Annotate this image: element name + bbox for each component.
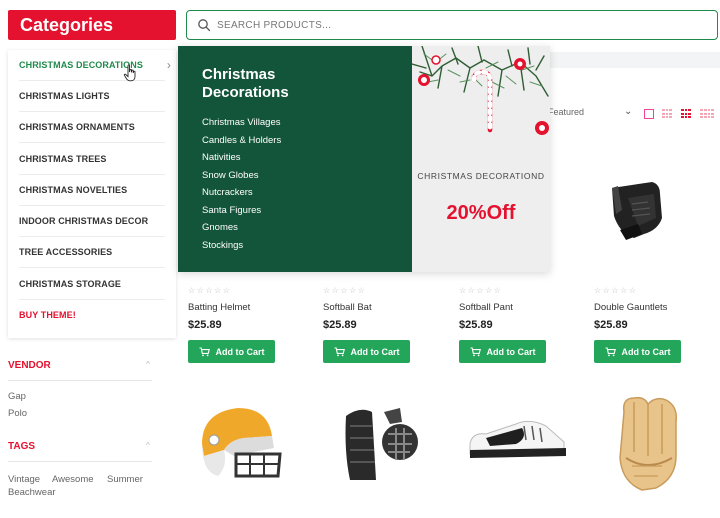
add-to-cart-button[interactable]: Add to Cart: [459, 340, 546, 363]
cleats-image: [469, 420, 566, 458]
batting-helmet-image: [202, 408, 282, 478]
add-to-cart-label: Add to Cart: [215, 346, 265, 357]
category-label: CHRISTMAS NOVELTIES: [19, 185, 128, 195]
add-to-cart-label: Add to Cart: [350, 346, 400, 357]
product-name[interactable]: Double Gauntlets: [594, 302, 714, 313]
cart-icon: [199, 346, 210, 356]
chevron-right-icon: ›: [166, 58, 171, 72]
category-label: CHRISTMAS STORAGE: [19, 279, 122, 289]
mega-link-gnomes[interactable]: Gnomes: [202, 219, 281, 237]
mega-link-nativities[interactable]: Nativities: [202, 149, 281, 167]
baseball-glove-image: [619, 396, 678, 491]
add-to-cart-label: Add to Cart: [621, 346, 671, 357]
category-item-christmas-novelties[interactable]: CHRISTMAS NOVELTIES: [19, 175, 165, 206]
cart-icon: [334, 346, 345, 356]
tags-title[interactable]: TAGS: [8, 441, 35, 452]
product-image-cleats[interactable]: [466, 414, 570, 475]
product-card: ☆☆☆☆☆ Double Gauntlets $25.89 Add to Car…: [594, 286, 714, 363]
mega-menu-links: Christmas Villages Candles & Holders Nat…: [202, 114, 281, 254]
mega-link-candles-holders[interactable]: Candles & Holders: [202, 132, 281, 150]
add-to-cart-label: Add to Cart: [486, 346, 536, 357]
category-label: CHRISTMAS LIGHTS: [19, 91, 110, 101]
catcher-gear-image: [345, 408, 418, 480]
mega-link-stockings[interactable]: Stockings: [202, 237, 281, 255]
category-item-indoor-christmas-decor[interactable]: INDOOR CHRISTMAS DECOR: [19, 206, 165, 237]
product-price: $25.89: [188, 319, 222, 331]
caret-up-icon[interactable]: ^: [146, 441, 150, 450]
product-price: $25.89: [594, 319, 628, 331]
search-input[interactable]: [217, 17, 697, 33]
category-label: CHRISTMAS TREES: [19, 154, 107, 164]
promo-subtitle: CHRISTMAS DECORATIOND: [417, 171, 545, 181]
caret-up-icon[interactable]: ^: [146, 360, 150, 369]
product-name[interactable]: Batting Helmet: [188, 302, 308, 313]
categories-title: Categories: [20, 15, 114, 35]
rating-stars-icon: ☆☆☆☆☆: [459, 286, 503, 295]
sort-select[interactable]: Featured: [548, 107, 584, 117]
mega-menu-panel: Christmas Decorations Christmas Villages…: [178, 46, 412, 272]
mega-link-christmas-villages[interactable]: Christmas Villages: [202, 114, 281, 132]
tag-awesome[interactable]: Awesome: [52, 474, 94, 485]
category-item-christmas-storage[interactable]: CHRISTMAS STORAGE: [19, 269, 165, 300]
category-item-christmas-ornaments[interactable]: CHRISTMAS ORNAMENTS: [19, 112, 165, 143]
product-card: ☆☆☆☆☆ Softball Bat $25.89 Add to Cart: [323, 286, 443, 363]
product-image-helmet[interactable]: [194, 400, 286, 497]
cart-icon: [470, 346, 481, 356]
tag-vintage[interactable]: Vintage: [8, 474, 40, 485]
rating-stars-icon: ☆☆☆☆☆: [594, 286, 638, 295]
category-list: CHRISTMAS DECORATIONS › CHRISTMAS LIGHTS…: [8, 50, 176, 338]
product-name[interactable]: Softball Pant: [459, 302, 579, 313]
tag-summer[interactable]: Summer: [107, 474, 143, 485]
product-card: ☆☆☆☆☆ Batting Helmet $25.89 Add to Cart: [188, 286, 308, 363]
batting-gloves-image: [612, 182, 662, 240]
promo-banner[interactable]: CHRISTMAS DECORATIOND 20%Off: [412, 46, 550, 272]
category-item-buy-theme[interactable]: BUY THEME!: [19, 300, 165, 331]
hand-cursor-icon: [123, 64, 136, 82]
grid-view-3-icon[interactable]: [681, 109, 691, 119]
product-image-catcher-gear[interactable]: [340, 402, 424, 487]
vendor-title[interactable]: VENDOR: [8, 360, 51, 371]
mega-link-snow-globes[interactable]: Snow Globes: [202, 167, 281, 185]
mega-menu: Christmas Decorations Christmas Villages…: [178, 46, 550, 272]
tag-beachwear[interactable]: Beachwear: [8, 487, 56, 498]
grid-view-4-icon[interactable]: [700, 109, 714, 119]
divider: [8, 380, 152, 381]
category-label: INDOOR CHRISTMAS DECOR: [19, 216, 149, 226]
chevron-down-icon[interactable]: ⌄: [624, 106, 632, 117]
rating-stars-icon: ☆☆☆☆☆: [188, 286, 232, 295]
categories-header[interactable]: Categories: [8, 10, 176, 40]
product-price: $25.89: [323, 319, 357, 331]
product-price: $25.89: [459, 319, 493, 331]
grid-view-1-icon[interactable]: [644, 109, 654, 119]
add-to-cart-button[interactable]: Add to Cart: [323, 340, 410, 363]
cart-icon: [605, 346, 616, 356]
category-label: TREE ACCESSORIES: [19, 247, 113, 257]
product-image-glove[interactable]: [612, 392, 684, 499]
christmas-branch-image: [412, 46, 549, 135]
category-item-christmas-decorations[interactable]: CHRISTMAS DECORATIONS ›: [19, 50, 171, 81]
add-to-cart-button[interactable]: Add to Cart: [188, 340, 275, 363]
vendor-gap[interactable]: Gap: [8, 391, 26, 402]
grid-view-2-icon[interactable]: [662, 109, 672, 119]
category-item-christmas-lights[interactable]: CHRISTMAS LIGHTS: [19, 81, 165, 112]
product-name[interactable]: Softball Bat: [323, 302, 443, 313]
add-to-cart-button[interactable]: Add to Cart: [594, 340, 681, 363]
category-item-tree-accessories[interactable]: TREE ACCESSORIES: [19, 237, 165, 268]
mega-link-nutcrackers[interactable]: Nutcrackers: [202, 184, 281, 202]
search-box[interactable]: [186, 10, 718, 40]
product-image-double-gauntlets[interactable]: [598, 174, 678, 259]
divider: [8, 461, 152, 462]
category-label: BUY THEME!: [19, 310, 76, 320]
promo-offer: 20%Off: [446, 202, 516, 224]
category-item-christmas-trees[interactable]: CHRISTMAS TREES: [19, 144, 165, 175]
product-card: ☆☆☆☆☆ Softball Pant $25.89 Add to Cart: [459, 286, 579, 363]
mega-menu-title: Christmas Decorations: [202, 66, 289, 101]
category-label: CHRISTMAS ORNAMENTS: [19, 122, 135, 132]
mega-link-santa-figures[interactable]: Santa Figures: [202, 202, 281, 220]
search-icon: [198, 19, 211, 32]
vendor-polo[interactable]: Polo: [8, 408, 27, 419]
rating-stars-icon: ☆☆☆☆☆: [323, 286, 367, 295]
